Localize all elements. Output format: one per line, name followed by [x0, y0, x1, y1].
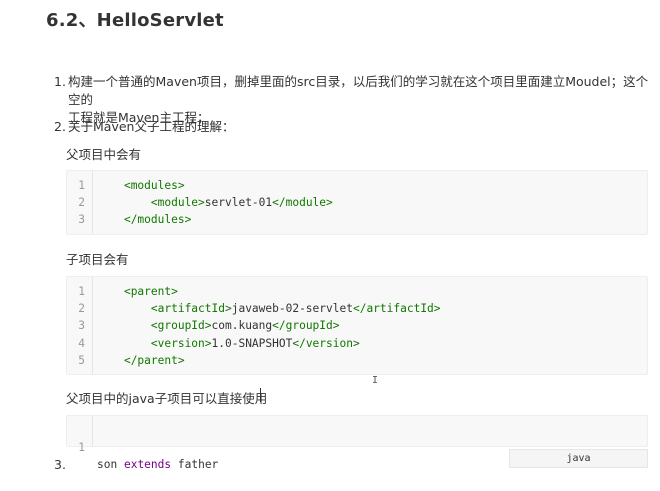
xml-tag: </artifactId> — [352, 302, 441, 316]
line-number: 3 — [78, 319, 85, 333]
text-cursor — [260, 388, 261, 402]
code-token: father — [177, 458, 219, 472]
code-text: son extends father — [97, 456, 218, 473]
line-number: 4 — [78, 336, 85, 350]
xml-tag: <version> — [150, 336, 212, 350]
paragraph-child-has: 子项目会有 — [66, 252, 129, 267]
xml-value: servlet-01 — [204, 196, 273, 210]
code-line: 2 <artifactId>javaweb-02-servlet</artifa… — [67, 300, 647, 317]
code-line: 5 </parent> — [67, 352, 647, 369]
xml-tag: </groupId> — [272, 319, 340, 333]
code-language-selector[interactable]: java — [509, 449, 648, 468]
line-number: 2 — [78, 302, 85, 316]
ibeam-cursor-icon: I — [372, 375, 379, 386]
line-number: 1 — [78, 285, 85, 298]
list-item-1-line1: 构建一个普通的Maven项目，删掉里面的src目录，以后我们的学习就在这个项目里… — [68, 74, 649, 107]
list-number-2: 2. — [54, 119, 66, 134]
code-text: <modules> — [97, 177, 185, 194]
list-number-1: 1. — [54, 74, 66, 89]
list-number-3: 3. — [54, 457, 66, 472]
line-number: 1 — [78, 179, 85, 192]
code-line: 1 <parent> — [67, 283, 647, 300]
xml-tag: </version> — [292, 336, 360, 350]
xml-value: javaweb-02-servlet — [231, 302, 353, 316]
xml-tag: </module> — [272, 196, 333, 210]
paragraph-java-usage[interactable]: 父项目中的java子项目可以直接使用 — [66, 388, 267, 407]
xml-tag: <parent> — [123, 285, 178, 298]
code-line: 2 <module>servlet-01</module> — [67, 194, 647, 211]
code-line: 3 </modules> — [67, 211, 647, 228]
xml-value: com.kuang — [211, 319, 273, 333]
xml-tag: </modules> — [123, 213, 192, 227]
code-line: 3 <groupId>com.kuang</groupId> — [67, 317, 647, 334]
code-line: 4 <version>1.0-SNAPSHOT</version> — [67, 335, 647, 352]
code-text: </modules> — [97, 211, 191, 228]
code-token: son — [97, 458, 118, 472]
code-body: 1 <parent> 2 <artifactId>javaweb-02-servl… — [67, 283, 647, 369]
code-block-parent[interactable]: 1 <parent> 2 <artifactId>javaweb-02-servl… — [66, 276, 648, 375]
code-text: <parent> — [97, 283, 178, 300]
xml-tag: <groupId> — [150, 319, 212, 333]
paragraph-parent-has: 父项目中会有 — [66, 147, 142, 162]
code-text: <module>servlet-01</module> — [97, 194, 333, 211]
code-keyword: extends — [123, 458, 172, 472]
line-number: 2 — [78, 196, 85, 210]
xml-tag: </parent> — [123, 353, 185, 367]
line-number: 3 — [78, 213, 85, 227]
code-line: 1 <modules> — [67, 177, 647, 194]
list-item-2: 关于Maven父子工程的理解： — [68, 119, 235, 134]
line-number: 1 — [78, 441, 85, 455]
code-body: 1 <modules> 2 <module>servlet-01</module>… — [67, 177, 647, 229]
code-text: <groupId>com.kuang</groupId> — [97, 317, 340, 334]
code-text: </parent> — [97, 352, 185, 369]
xml-tag: <artifactId> — [150, 302, 232, 316]
code-line: 1 son extends father — [67, 422, 647, 471]
section-heading: 6.2、HelloServlet — [46, 10, 224, 31]
code-text: <artifactId>javaweb-02-servlet</artifact… — [97, 300, 441, 317]
xml-value: 1.0-SNAPSHOT — [211, 336, 293, 350]
code-block-java[interactable]: 1 son extends father — [66, 415, 648, 471]
code-block-modules[interactable]: 1 <modules> 2 <module>servlet-01</module>… — [66, 170, 648, 235]
code-text: <version>1.0-SNAPSHOT</version> — [97, 335, 360, 352]
line-number: 5 — [78, 353, 85, 367]
xml-tag: <modules> — [123, 179, 185, 192]
xml-tag: <module> — [150, 196, 205, 210]
